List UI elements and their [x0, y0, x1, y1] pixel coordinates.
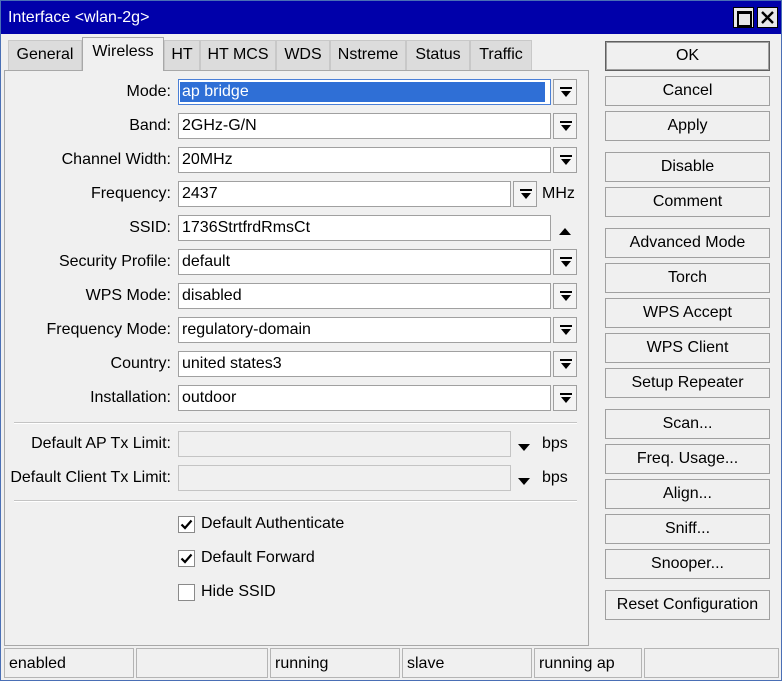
wps-mode-label: WPS Mode: — [85, 287, 171, 304]
disable-button[interactable]: Disable — [605, 152, 770, 182]
band-dropdown-icon[interactable] — [553, 113, 577, 139]
setup-repeater-button[interactable]: Setup Repeater — [605, 368, 770, 398]
mode-dropdown-icon[interactable] — [553, 79, 577, 105]
checkmark-icon — [180, 519, 193, 530]
frequency-mode-dropdown-icon[interactable] — [553, 317, 577, 343]
default-forward-label[interactable]: Default Forward — [201, 549, 315, 567]
snooper-button[interactable]: Snooper... — [605, 549, 770, 579]
default-ap-tx-limit-dropdown-icon[interactable] — [517, 439, 531, 457]
status-cell-running-ap: running ap — [534, 648, 642, 678]
security-profile-dropdown-icon[interactable] — [553, 249, 577, 275]
installation-label: Installation: — [90, 389, 171, 406]
frequency-dropdown-icon[interactable] — [513, 181, 537, 207]
frequency-unit: MHz — [542, 185, 575, 202]
tab-nstreme[interactable]: Nstreme — [330, 40, 406, 70]
mode-label: Mode: — [126, 83, 171, 100]
cancel-button[interactable]: Cancel — [605, 76, 770, 106]
frequency-label: Frequency: — [90, 185, 171, 202]
tab-ht-mcs[interactable]: HT MCS — [200, 40, 276, 70]
status-cell-enabled: enabled — [4, 648, 134, 678]
band-field[interactable]: 2GHz-G/N — [178, 113, 551, 139]
tab-status[interactable]: Status — [406, 40, 470, 70]
wps-accept-button[interactable]: WPS Accept — [605, 298, 770, 328]
tab-traffic[interactable]: Traffic — [470, 40, 532, 70]
frequency-mode-field[interactable]: regulatory-domain — [178, 317, 551, 343]
tab-wireless[interactable]: Wireless — [82, 37, 164, 71]
frequency-mode-label: Frequency Mode: — [46, 321, 171, 338]
scan-button[interactable]: Scan... — [605, 409, 770, 439]
comment-button[interactable]: Comment — [605, 187, 770, 217]
channel-width-label: Channel Width: — [61, 151, 171, 168]
default-ap-tx-limit-unit: bps — [542, 435, 568, 452]
tab-general[interactable]: General — [8, 40, 82, 70]
default-ap-tx-limit-field[interactable] — [178, 431, 511, 457]
reset-configuration-button[interactable]: Reset Configuration — [605, 590, 770, 620]
maximize-icon[interactable] — [733, 7, 754, 28]
wps-client-button[interactable]: WPS Client — [605, 333, 770, 363]
apply-button[interactable]: Apply — [605, 111, 770, 141]
country-dropdown-icon[interactable] — [553, 351, 577, 377]
interface-window: Interface <wlan-2g> General Wireless HT … — [0, 0, 782, 681]
default-authenticate-checkbox[interactable] — [178, 516, 195, 533]
security-profile-label: Security Profile: — [58, 253, 171, 270]
torch-button[interactable]: Torch — [605, 263, 770, 293]
installation-field[interactable]: outdoor — [178, 385, 551, 411]
channel-width-dropdown-icon[interactable] — [553, 147, 577, 173]
separator — [14, 422, 577, 424]
checkmark-icon — [180, 553, 193, 564]
default-client-tx-limit-field[interactable] — [178, 465, 511, 491]
window-title: Interface <wlan-2g> — [8, 9, 150, 26]
ok-button[interactable]: OK — [605, 41, 770, 71]
freq-usage-button[interactable]: Freq. Usage... — [605, 444, 770, 474]
sniff-button[interactable]: Sniff... — [605, 514, 770, 544]
security-profile-field[interactable]: default — [178, 249, 551, 275]
band-label: Band: — [129, 117, 171, 134]
advanced-mode-button[interactable]: Advanced Mode — [605, 228, 770, 258]
align-button[interactable]: Align... — [605, 479, 770, 509]
default-authenticate-label[interactable]: Default Authenticate — [201, 515, 344, 533]
status-cell-slave: slave — [402, 648, 532, 678]
status-cell-running: running — [270, 648, 400, 678]
default-forward-checkbox[interactable] — [178, 550, 195, 567]
tab-ht[interactable]: HT — [164, 40, 200, 70]
status-cell-empty — [136, 648, 268, 678]
default-client-tx-limit-label: Default Client Tx Limit: — [10, 469, 171, 486]
default-client-tx-limit-unit: bps — [542, 469, 568, 486]
ssid-label: SSID: — [129, 219, 171, 236]
tab-wds[interactable]: WDS — [276, 40, 330, 70]
close-icon[interactable] — [757, 7, 778, 28]
channel-width-field[interactable]: 20MHz — [178, 147, 551, 173]
status-cell-empty — [644, 648, 779, 678]
country-field[interactable]: united states3 — [178, 351, 551, 377]
installation-dropdown-icon[interactable] — [553, 385, 577, 411]
country-label: Country: — [110, 355, 171, 372]
ssid-collapse-icon[interactable] — [558, 223, 572, 241]
status-bar: enabled running slave running ap — [4, 648, 780, 678]
separator — [14, 500, 577, 502]
ssid-field[interactable]: 1736StrtfrdRmsCt — [178, 215, 551, 241]
wps-mode-dropdown-icon[interactable] — [553, 283, 577, 309]
hide-ssid-label[interactable]: Hide SSID — [201, 583, 276, 601]
wps-mode-field[interactable]: disabled — [178, 283, 551, 309]
default-client-tx-limit-dropdown-icon[interactable] — [517, 473, 531, 491]
frequency-field[interactable]: 2437 — [178, 181, 511, 207]
hide-ssid-checkbox[interactable] — [178, 584, 195, 601]
mode-field[interactable]: ap bridge — [178, 79, 551, 105]
default-ap-tx-limit-label: Default AP Tx Limit: — [31, 435, 171, 452]
title-bar[interactable]: Interface <wlan-2g> — [1, 1, 781, 34]
